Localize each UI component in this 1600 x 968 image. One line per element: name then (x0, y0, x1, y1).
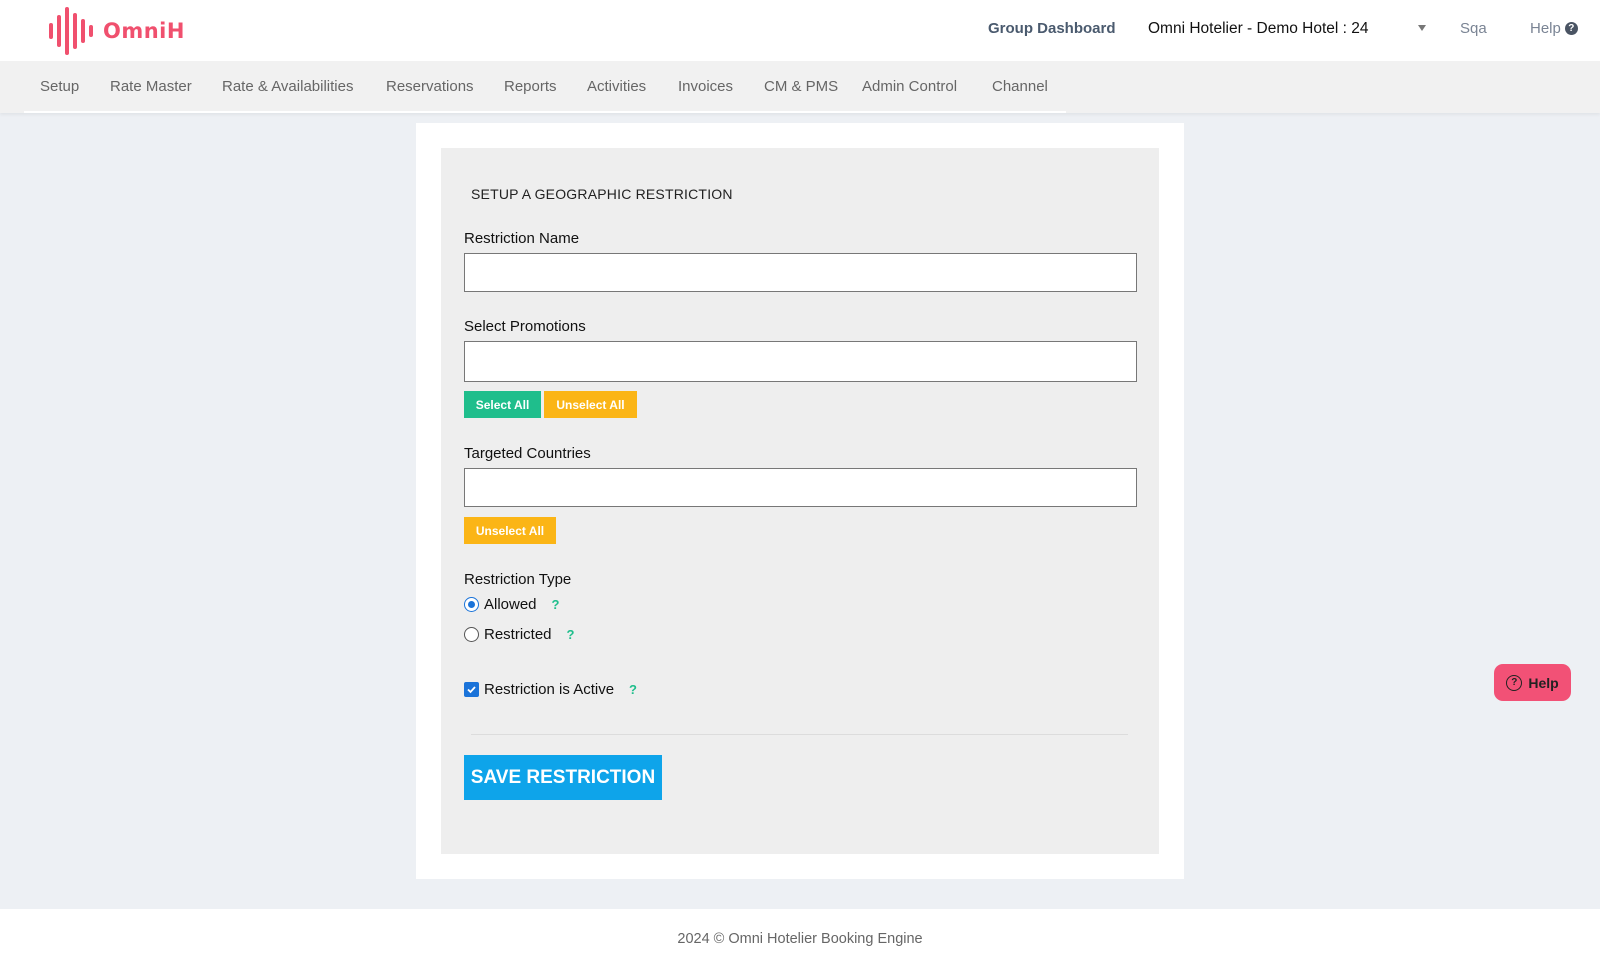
nav-item-rate-availabilities[interactable]: Rate & Availabilities (222, 78, 353, 95)
promotions-label: Select Promotions (464, 318, 586, 335)
chevron-down-icon[interactable] (1418, 25, 1426, 31)
promotions-input[interactable] (464, 341, 1137, 382)
nav-item-rate-master[interactable]: Rate Master (110, 78, 192, 95)
countries-label: Targeted Countries (464, 445, 591, 462)
nav-item-invoices[interactable]: Invoices (678, 78, 733, 95)
main-nav: Setup Rate Master Rate & Availabilities … (0, 61, 1600, 113)
radio-allowed-label[interactable]: Allowed (484, 596, 537, 613)
floating-help-label: Help (1528, 674, 1559, 691)
nav-item-admin-control[interactable]: Admin Control (862, 78, 957, 95)
help-tooltip-icon[interactable]: ? (567, 627, 575, 642)
nav-item-reports[interactable]: Reports (504, 78, 557, 95)
radio-restricted-label[interactable]: Restricted (484, 626, 552, 643)
radio-dot (468, 601, 475, 608)
active-checkbox-label[interactable]: Restriction is Active (484, 681, 614, 698)
question-circle-icon: ? (1564, 22, 1578, 35)
brand-name: OmniH (103, 19, 185, 43)
help-tooltip-icon[interactable]: ? (629, 682, 637, 697)
brand-logo[interactable]: OmniH (49, 7, 185, 55)
form-title: SETUP A GEOGRAPHIC RESTRICTION (471, 186, 733, 202)
select-all-promotions-button[interactable]: Select All (464, 391, 541, 418)
active-checkbox[interactable] (464, 682, 479, 697)
unselect-all-promotions-button[interactable]: Unselect All (544, 391, 637, 418)
unselect-all-countries-button[interactable]: Unselect All (464, 517, 556, 544)
radio-allowed[interactable] (464, 597, 479, 612)
countries-input[interactable] (464, 468, 1137, 507)
page-footer: 2024 © Omni Hotelier Booking Engine (0, 909, 1600, 968)
radio-restricted-row[interactable]: Restricted ? (464, 626, 574, 643)
help-tooltip-icon[interactable]: ? (552, 597, 560, 612)
restriction-name-label: Restriction Name (464, 230, 580, 247)
nav-item-channel[interactable]: Channel (992, 78, 1048, 95)
top-header: OmniH Group Dashboard Omni Hotelier - De… (0, 0, 1600, 61)
radio-allowed-row[interactable]: Allowed ? (464, 596, 559, 613)
restriction-type-label: Restriction Type (464, 571, 572, 588)
nav-item-reservations[interactable]: Reservations (386, 78, 474, 95)
nav-item-setup[interactable]: Setup (40, 78, 79, 95)
check-icon (467, 686, 476, 694)
radio-restricted[interactable] (464, 627, 479, 642)
omnih-logo-icon (49, 7, 93, 55)
restriction-name-input[interactable] (464, 253, 1137, 292)
user-menu[interactable]: Sqa (1460, 20, 1487, 37)
form-divider (471, 734, 1128, 735)
hotel-selector[interactable]: Omni Hotelier - Demo Hotel : 24 (1148, 20, 1369, 38)
floating-help-button[interactable]: ? Help (1494, 664, 1571, 701)
nav-item-cm-pms[interactable]: CM & PMS (764, 78, 838, 95)
group-dashboard-link[interactable]: Group Dashboard (988, 20, 1116, 37)
save-restriction-button[interactable]: SAVE RESTRICTION (464, 755, 662, 800)
nav-item-activities[interactable]: Activities (587, 78, 646, 95)
nav-underline (24, 111, 1066, 113)
help-link-label: Help (1530, 20, 1561, 37)
footer-copyright: 2024 © Omni Hotelier Booking Engine (677, 931, 923, 947)
question-circle-icon: ? (1506, 674, 1523, 691)
active-checkbox-row[interactable]: Restriction is Active ? (464, 681, 637, 698)
help-link[interactable]: Help ? (1530, 20, 1578, 37)
